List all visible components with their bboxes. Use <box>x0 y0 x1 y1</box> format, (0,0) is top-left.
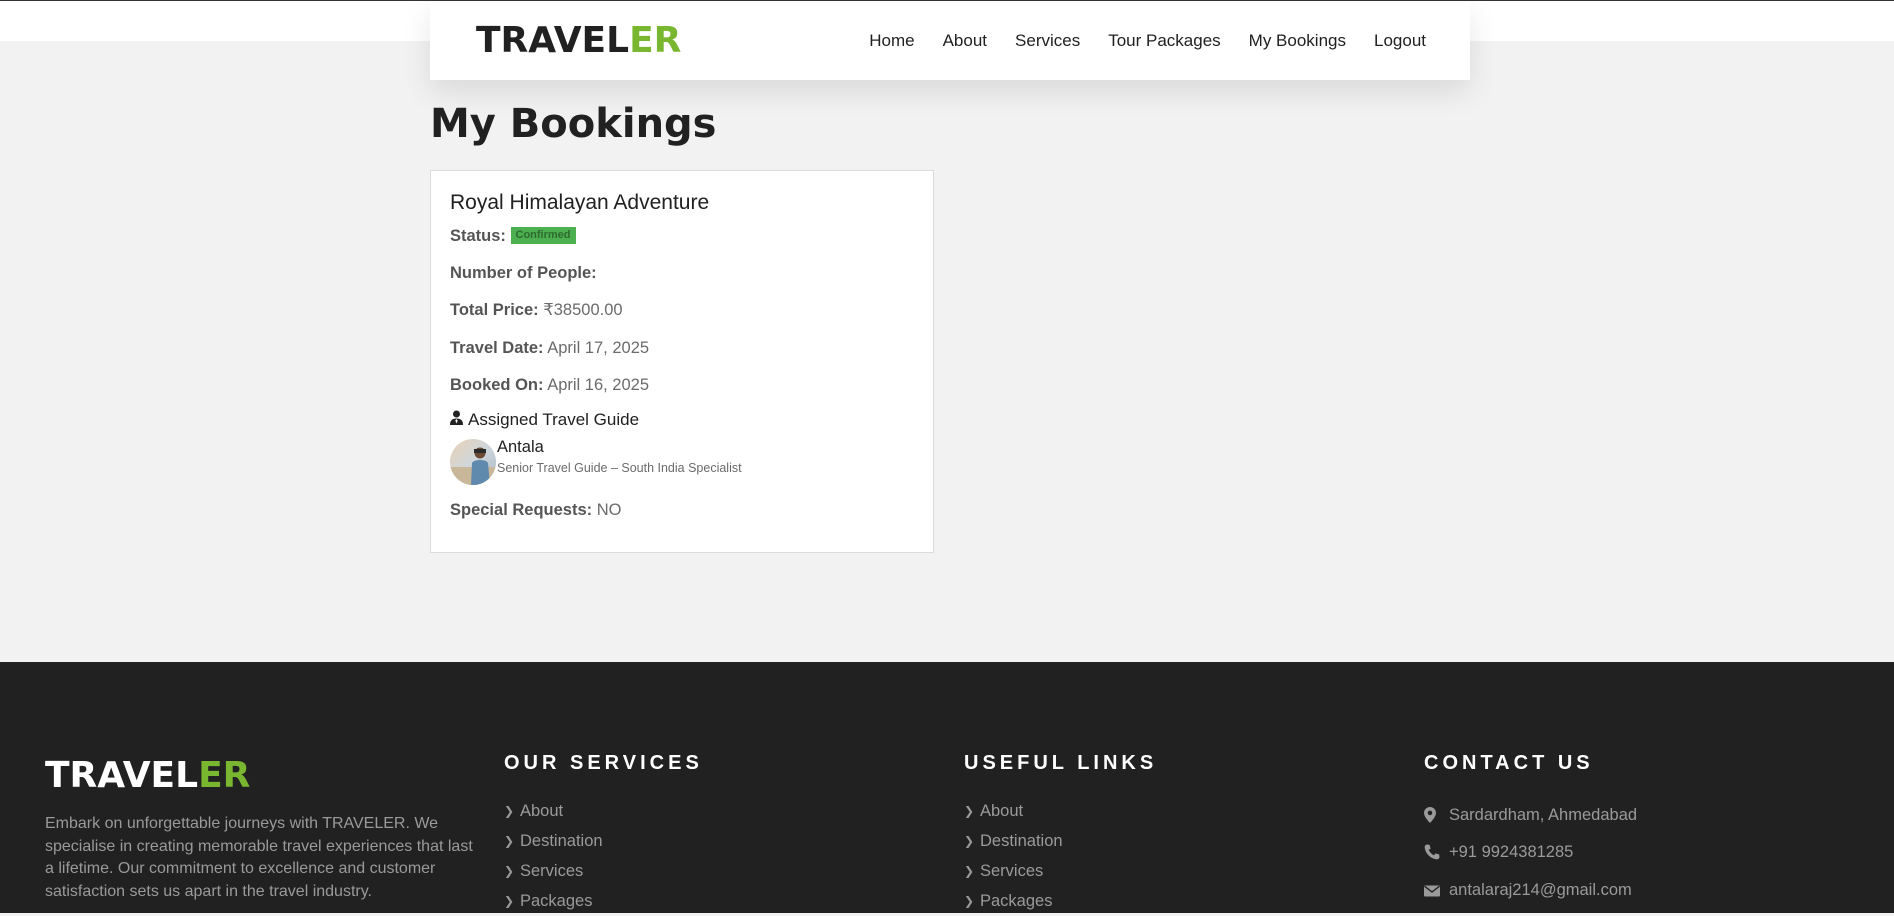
footer-logo[interactable]: TRAVELER <box>45 756 250 796</box>
footer-services-item[interactable]: ❯ About <box>504 796 603 826</box>
nav-home[interactable]: Home <box>869 30 914 52</box>
chevron-right-icon: ❯ <box>964 804 975 818</box>
footer-link-item[interactable]: ❯ Destination <box>964 826 1063 856</box>
map-marker-icon <box>1424 806 1440 823</box>
nav-my-bookings[interactable]: My Bookings <box>1249 30 1346 52</box>
footer-services-item[interactable]: ❯ Destination <box>504 826 603 856</box>
status-label: Status: <box>450 227 506 245</box>
travel-date-row: Travel Date: April 17, 2025 <box>450 337 649 359</box>
chevron-right-icon: ❯ <box>504 864 515 878</box>
chevron-right-icon: ❯ <box>504 804 515 818</box>
guide-heading: Assigned Travel Guide <box>450 409 639 431</box>
footer-link-item[interactable]: ❯ Packages <box>964 886 1063 916</box>
footer-about-text: Embark on unforgettable journeys with TR… <box>45 815 473 900</box>
chevron-right-icon: ❯ <box>964 894 975 908</box>
nav-tour-packages[interactable]: Tour Packages <box>1108 30 1220 52</box>
price-label: Total Price: <box>450 301 539 319</box>
status-badge: Confirmed <box>510 227 576 245</box>
price-value: ₹38500.00 <box>543 301 623 319</box>
footer-link-item[interactable]: ❯ Services <box>964 856 1063 886</box>
nav-about[interactable]: About <box>943 30 987 52</box>
phone-icon <box>1424 844 1440 860</box>
special-requests-label: Special Requests: <box>450 501 593 519</box>
chevron-right-icon: ❯ <box>504 894 515 908</box>
people-label: Number of People: <box>450 264 597 282</box>
footer-contact-heading: CONTACT US <box>1424 752 1594 774</box>
nav-links: Home About Services Tour Packages My Boo… <box>869 30 1426 52</box>
booked-on-row: Booked On: April 16, 2025 <box>450 374 649 396</box>
footer: TRAVELER Embark on unforgettable journey… <box>0 662 1894 913</box>
nav-logout[interactable]: Logout <box>1374 30 1426 52</box>
footer-links-heading: USEFUL LINKS <box>964 752 1158 774</box>
booked-on-value: April 16, 2025 <box>547 376 650 394</box>
brand-logo[interactable]: TRAVELER <box>476 21 681 61</box>
contact-email[interactable]: antalaraj214@gmail.com <box>1424 871 1637 909</box>
tour-name: Royal Himalayan Adventure <box>450 191 710 214</box>
contact-phone[interactable]: +91 9924381285 <box>1424 834 1637 872</box>
guide-heading-text: Assigned Travel Guide <box>468 410 640 429</box>
special-requests-row: Special Requests: NO <box>450 499 621 521</box>
user-tie-icon <box>450 409 463 431</box>
nav-services[interactable]: Services <box>1015 30 1080 52</box>
footer-services: OUR SERVICES ❯ About ❯ Destination ❯ Servic… <box>504 750 703 910</box>
travel-date-value: April 17, 2025 <box>547 339 650 357</box>
envelope-icon <box>1424 882 1440 898</box>
contact-address: Sardardham, Ahmedabad <box>1424 796 1637 834</box>
chevron-right-icon: ❯ <box>964 864 975 878</box>
booked-on-label: Booked On: <box>450 376 544 394</box>
page-title: My Bookings <box>430 101 717 147</box>
chevron-right-icon: ❯ <box>964 834 975 848</box>
guide-role: Senior Travel Guide – South India Specia… <box>497 461 742 475</box>
footer-useful-links: USEFUL LINKS ❯ About ❯ Destination ❯ Servic… <box>964 750 1158 910</box>
booking-card: Royal Himalayan Adventure Status: Confir… <box>430 170 934 553</box>
footer-services-heading: OUR SERVICES <box>504 752 703 774</box>
chevron-right-icon: ❯ <box>504 834 515 848</box>
navbar: TRAVELER Home About Services Tour Packag… <box>430 2 1470 80</box>
price-row: Total Price: ₹38500.00 <box>450 299 623 321</box>
footer-services-item[interactable]: ❯ Packages <box>504 886 603 916</box>
footer-contact: CONTACT US Sardardham, Ahmedabad +91 992… <box>1424 750 1637 899</box>
status-row: Status: Confirmed <box>450 225 576 247</box>
guide-avatar <box>450 439 496 485</box>
guide-name: Antala <box>497 438 544 456</box>
footer-link-item[interactable]: ❯ About <box>964 796 1063 826</box>
footer-services-item[interactable]: ❯ Services <box>504 856 603 886</box>
people-row: Number of People: <box>450 262 597 284</box>
travel-date-label: Travel Date: <box>450 339 544 357</box>
special-requests-value: NO <box>596 501 622 519</box>
